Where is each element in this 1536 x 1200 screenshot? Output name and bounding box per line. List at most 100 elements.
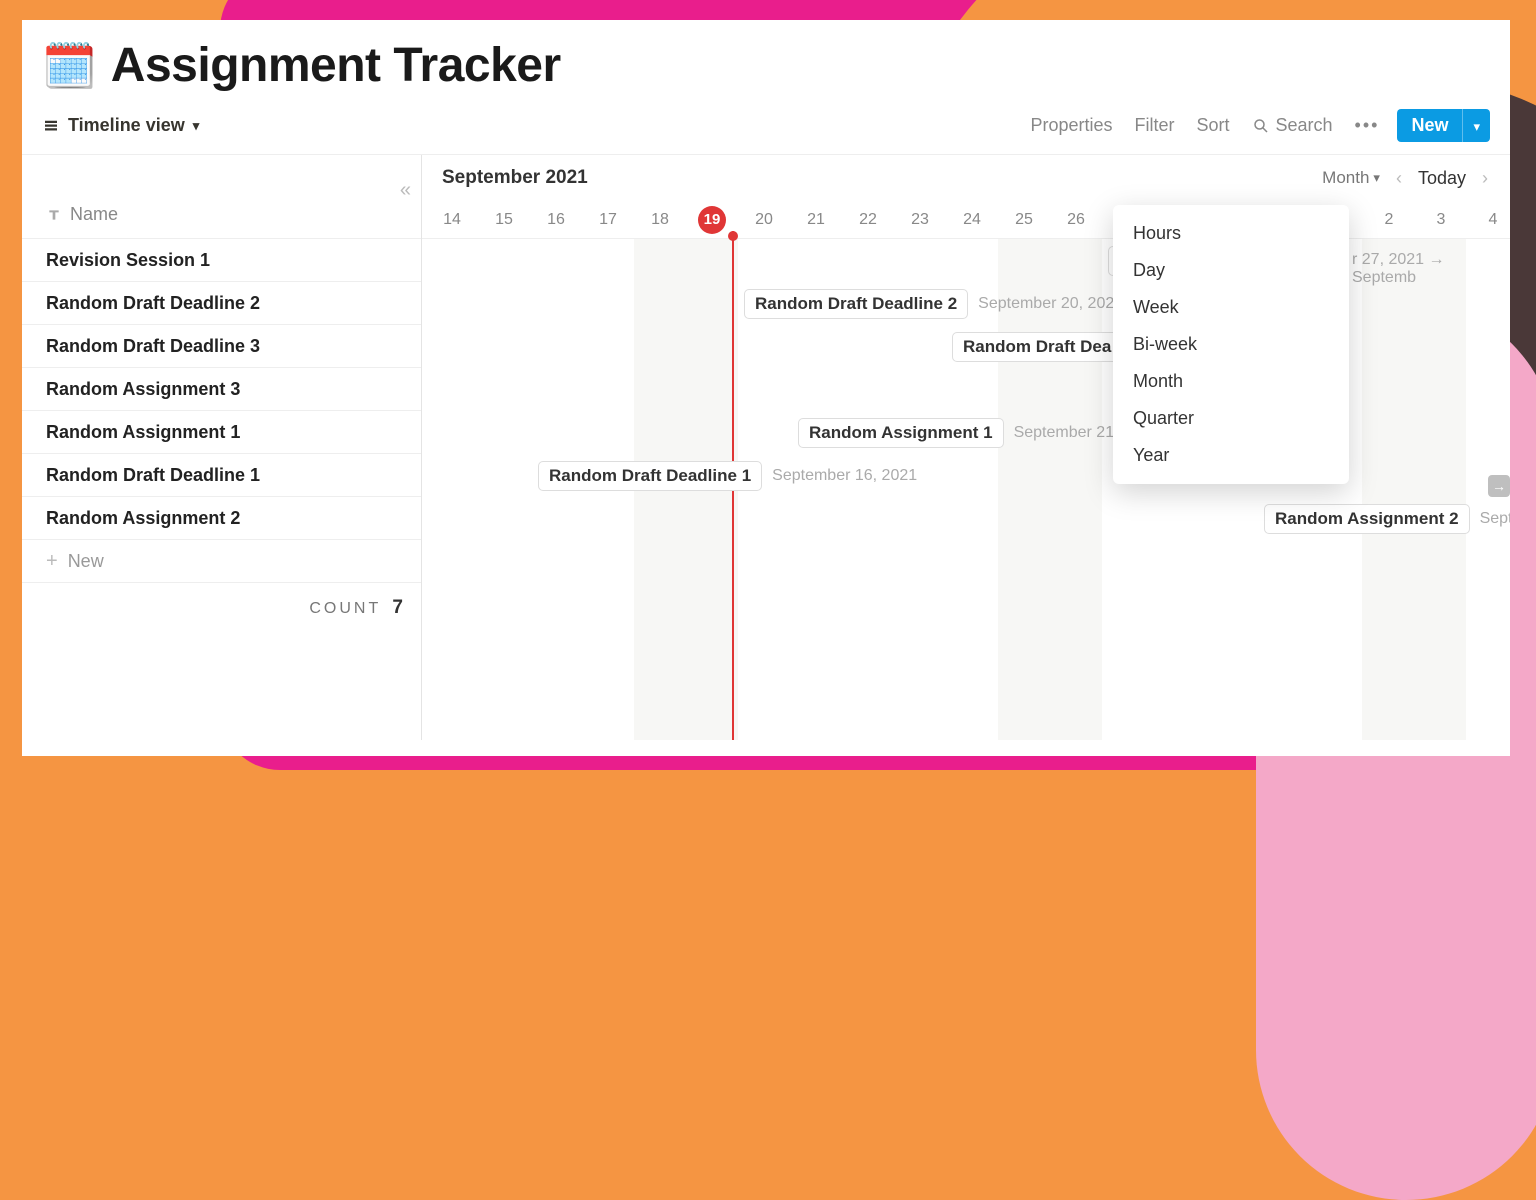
card-title: Random Assignment 2 xyxy=(1264,504,1470,534)
new-row-label: New xyxy=(68,551,104,572)
new-button[interactable]: New xyxy=(1397,109,1462,142)
search-icon xyxy=(1252,117,1270,135)
list-item[interactable]: Revision Session 1 xyxy=(22,239,421,282)
sort-button[interactable]: Sort xyxy=(1196,115,1229,136)
search-button[interactable]: Search xyxy=(1252,115,1333,136)
zoom-level-label: Month xyxy=(1322,168,1369,188)
card-date: September 20, 202 xyxy=(978,295,1114,313)
chevron-down-icon: ▾ xyxy=(1373,170,1380,186)
content-area: « Name Revision Session 1 Random Draft D… xyxy=(22,154,1510,740)
count-value: 7 xyxy=(392,597,403,618)
count-label: COUNT xyxy=(309,600,381,617)
day-label: 18 xyxy=(651,211,669,229)
filter-button[interactable]: Filter xyxy=(1134,115,1174,136)
page-header: 🗓️ Assignment Tracker xyxy=(22,20,1510,103)
list-item[interactable]: Random Draft Deadline 3 xyxy=(22,325,421,368)
timeline-header: September 2021 Month ▾ ‹ Today › xyxy=(422,155,1510,239)
prev-period-button[interactable]: ‹ xyxy=(1392,168,1406,189)
day-label: 17 xyxy=(599,211,617,229)
weekend-shade xyxy=(1362,239,1466,740)
chevron-down-icon: ▾ xyxy=(193,118,200,134)
card-title: Random Draft Deadline 1 xyxy=(538,461,762,491)
list-item-label: Random Draft Deadline 2 xyxy=(46,293,260,314)
list-item[interactable]: Random Assignment 2 xyxy=(22,497,421,540)
timeline-card[interactable]: Random Draft Dea xyxy=(952,331,1122,363)
zoom-option-day[interactable]: Day xyxy=(1113,252,1349,289)
search-label: Search xyxy=(1276,115,1333,136)
card-date: r 27, 2021 → Septemb xyxy=(1352,251,1510,287)
zoom-level-button[interactable]: Month ▾ xyxy=(1322,168,1380,188)
zoom-option-hours[interactable]: Hours xyxy=(1113,215,1349,252)
list-item-label: Random Assignment 3 xyxy=(46,379,240,400)
toolbar: Timeline view ▾ Properties Filter Sort S… xyxy=(22,103,1510,154)
day-label: 21 xyxy=(807,211,825,229)
today-button[interactable]: Today xyxy=(1418,168,1466,189)
app-window: 🗓️ Assignment Tracker Timeline view ▾ Pr… xyxy=(22,20,1510,756)
timeline-card[interactable]: Random Assignment 1 September 21, 20 xyxy=(798,417,1141,449)
view-switcher-label: Timeline view xyxy=(68,115,185,136)
day-label: 26 xyxy=(1067,211,1085,229)
day-label: 22 xyxy=(859,211,877,229)
list-item-label: Random Draft Deadline 1 xyxy=(46,465,260,486)
sidebar-header-label: Name xyxy=(70,204,118,225)
chevron-right-icon: › xyxy=(1482,168,1488,188)
day-label: 24 xyxy=(963,211,981,229)
chevron-left-icon: ‹ xyxy=(1396,168,1402,188)
timeline-month-label: September 2021 xyxy=(442,167,588,189)
scroll-right-button[interactable]: → xyxy=(1488,475,1510,497)
timeline-card[interactable]: Random Draft Deadline 2 September 20, 20… xyxy=(744,288,1114,320)
list-item[interactable]: Random Assignment 1 xyxy=(22,411,421,454)
card-title: Random Draft Deadline 2 xyxy=(744,289,968,319)
count-summary[interactable]: COUNT 7 xyxy=(22,583,421,633)
dots-icon: ••• xyxy=(1355,115,1380,136)
day-label-today: 19 xyxy=(698,206,726,234)
day-label: 23 xyxy=(911,211,929,229)
timeline-controls: Month ▾ ‹ Today › xyxy=(1322,168,1492,189)
zoom-dropdown: Hours Day Week Bi-week Month Quarter Yea… xyxy=(1113,205,1349,484)
card-date: Septe xyxy=(1480,510,1510,528)
chevron-down-icon: ▾ xyxy=(1473,119,1480,134)
sidebar-top: « Name xyxy=(22,155,421,239)
day-label: 20 xyxy=(755,211,773,229)
text-property-icon xyxy=(46,207,62,223)
new-button-dropdown[interactable]: ▾ xyxy=(1462,109,1490,142)
list-item-label: Random Draft Deadline 3 xyxy=(46,336,260,357)
arrow-right-icon: → xyxy=(1492,478,1506,494)
new-row-button[interactable]: + New xyxy=(22,540,421,583)
list-item[interactable]: Random Assignment 3 xyxy=(22,368,421,411)
zoom-option-month[interactable]: Month xyxy=(1113,363,1349,400)
timeline: September 2021 Month ▾ ‹ Today › xyxy=(422,155,1510,740)
next-period-button[interactable]: › xyxy=(1478,168,1492,189)
day-label: 25 xyxy=(1015,211,1033,229)
page-title[interactable]: Assignment Tracker xyxy=(111,38,561,93)
sidebar: « Name Revision Session 1 Random Draft D… xyxy=(22,155,422,740)
zoom-option-week[interactable]: Week xyxy=(1113,289,1349,326)
timeline-card[interactable]: Random Draft Deadline 1 September 16, 20… xyxy=(538,460,917,492)
day-label: 15 xyxy=(495,211,513,229)
day-label: 16 xyxy=(547,211,565,229)
properties-button[interactable]: Properties xyxy=(1030,115,1112,136)
card-title: Random Draft Dea xyxy=(952,332,1122,362)
zoom-option-biweek[interactable]: Bi-week xyxy=(1113,326,1349,363)
sidebar-column-header[interactable]: Name xyxy=(22,201,421,239)
list-item-label: Revision Session 1 xyxy=(46,250,210,271)
card-date: September 16, 2021 xyxy=(772,467,917,485)
zoom-option-year[interactable]: Year xyxy=(1113,437,1349,474)
more-button[interactable]: ••• xyxy=(1355,115,1380,136)
chevron-double-left-icon: « xyxy=(400,179,411,201)
list-item[interactable]: Random Draft Deadline 1 xyxy=(22,454,421,497)
card-title: Random Assignment 1 xyxy=(798,418,1004,448)
day-label: 4 xyxy=(1489,211,1498,229)
page-icon[interactable]: 🗓️ xyxy=(42,40,97,92)
collapse-sidebar-button[interactable]: « xyxy=(400,179,411,202)
zoom-option-quarter[interactable]: Quarter xyxy=(1113,400,1349,437)
list-icon xyxy=(42,117,60,135)
list-item[interactable]: Random Draft Deadline 2 xyxy=(22,282,421,325)
day-label: 2 xyxy=(1385,211,1394,229)
view-switcher[interactable]: Timeline view ▾ xyxy=(42,115,199,136)
list-item-label: Random Assignment 2 xyxy=(46,508,240,529)
list-item-label: Random Assignment 1 xyxy=(46,422,240,443)
day-label: 14 xyxy=(443,211,461,229)
plus-icon: + xyxy=(46,550,58,573)
timeline-card[interactable]: Random Assignment 2 Septe xyxy=(1264,503,1510,535)
